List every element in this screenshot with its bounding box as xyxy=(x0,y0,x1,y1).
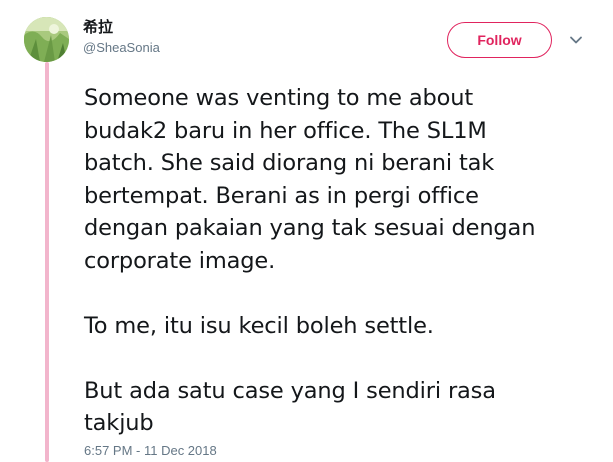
tweet-line: dengan pakaian yang tak sesuai dengan xyxy=(84,215,536,241)
tweet-line: To me, itu isu kecil boleh settle. xyxy=(84,312,434,339)
tweet-line: bertempat. Berani as in pergi office xyxy=(84,182,479,209)
tweet-line: budak2 baru in her office. The SL1M xyxy=(84,117,487,144)
display-name[interactable]: 希拉 xyxy=(83,17,160,37)
tweet: 希拉 @SheaSonia Follow Someone was venting… xyxy=(0,0,613,462)
avatar-image xyxy=(24,17,69,62)
chevron-down-icon[interactable] xyxy=(568,32,584,48)
tweet-line: takjub xyxy=(84,410,154,436)
user-handle[interactable]: @SheaSonia xyxy=(83,39,160,57)
thread-line xyxy=(45,62,49,462)
follow-button[interactable]: Follow xyxy=(447,22,552,58)
tweet-line: Someone was venting to me about xyxy=(84,85,474,111)
avatar[interactable] xyxy=(24,17,69,62)
tweet-line: batch. She said diorang ni berani tak xyxy=(84,150,495,176)
tweet-line: corporate image. xyxy=(84,247,276,274)
user-info: 希拉 @SheaSonia xyxy=(83,17,160,57)
tweet-line: But ada satu case yang I sendiri rasa xyxy=(84,377,496,404)
tweet-text: Someone was venting to me about budak2 b… xyxy=(84,82,599,440)
tweet-timestamp[interactable]: 6:57 PM - 11 Dec 2018 xyxy=(84,443,217,459)
